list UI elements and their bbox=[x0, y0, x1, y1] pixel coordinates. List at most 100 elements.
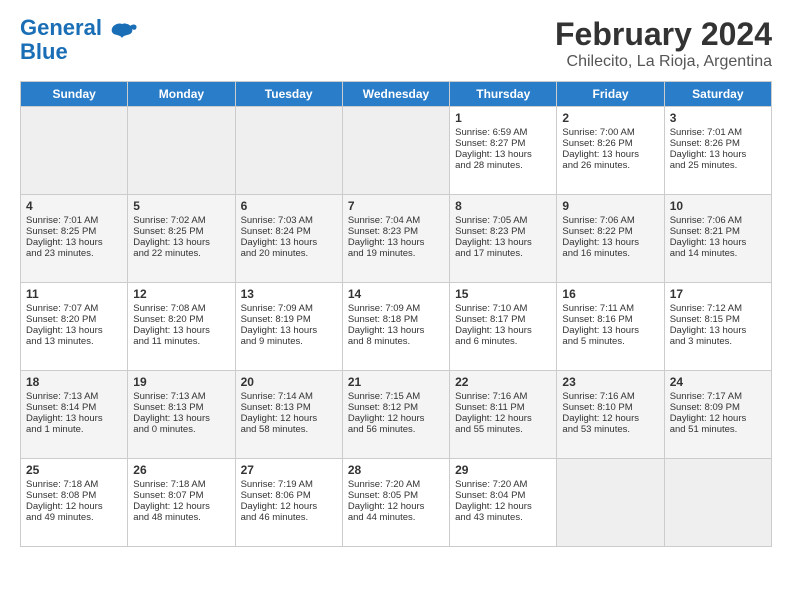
page: General Blue February 2024 Chilecito, La… bbox=[0, 0, 792, 557]
daylight-line2: and 9 minutes. bbox=[241, 336, 303, 347]
daylight-line1: Daylight: 13 hours bbox=[348, 325, 425, 336]
daylight-line2: and 56 minutes. bbox=[348, 424, 416, 435]
sunrise-line: Sunrise: 7:09 AM bbox=[348, 303, 420, 314]
sunrise-line: Sunrise: 7:05 AM bbox=[455, 215, 527, 226]
calendar-cell bbox=[128, 107, 235, 195]
day-number: 23 bbox=[562, 375, 658, 389]
sunrise-line: Sunrise: 7:03 AM bbox=[241, 215, 313, 226]
sunset-line: Sunset: 8:27 PM bbox=[455, 138, 525, 149]
daylight-line2: and 43 minutes. bbox=[455, 512, 523, 523]
calendar-cell: 6 Sunrise: 7:03 AM Sunset: 8:24 PM Dayli… bbox=[235, 195, 342, 283]
day-number: 27 bbox=[241, 463, 337, 477]
daylight-line1: Daylight: 12 hours bbox=[348, 413, 425, 424]
day-header-thursday: Thursday bbox=[450, 82, 557, 107]
daylight-line2: and 8 minutes. bbox=[348, 336, 410, 347]
day-number: 21 bbox=[348, 375, 444, 389]
day-number: 18 bbox=[26, 375, 122, 389]
day-number: 7 bbox=[348, 199, 444, 213]
calendar-cell: 1 Sunrise: 6:59 AM Sunset: 8:27 PM Dayli… bbox=[450, 107, 557, 195]
daylight-line1: Daylight: 13 hours bbox=[670, 237, 747, 248]
calendar-cell: 18 Sunrise: 7:13 AM Sunset: 8:14 PM Dayl… bbox=[21, 371, 128, 459]
logo-bird-icon bbox=[106, 20, 138, 52]
sunrise-line: Sunrise: 7:04 AM bbox=[348, 215, 420, 226]
sunset-line: Sunset: 8:04 PM bbox=[455, 490, 525, 501]
sunrise-line: Sunrise: 7:15 AM bbox=[348, 391, 420, 402]
day-header-tuesday: Tuesday bbox=[235, 82, 342, 107]
daylight-line1: Daylight: 13 hours bbox=[133, 325, 210, 336]
daylight-line1: Daylight: 13 hours bbox=[562, 237, 639, 248]
daylight-line2: and 3 minutes. bbox=[670, 336, 732, 347]
sunset-line: Sunset: 8:26 PM bbox=[670, 138, 740, 149]
daylight-line2: and 28 minutes. bbox=[455, 160, 523, 171]
daylight-line1: Daylight: 13 hours bbox=[241, 237, 318, 248]
week-row-1: 1 Sunrise: 6:59 AM Sunset: 8:27 PM Dayli… bbox=[21, 107, 772, 195]
calendar-cell: 2 Sunrise: 7:00 AM Sunset: 8:26 PM Dayli… bbox=[557, 107, 664, 195]
calendar-cell: 26 Sunrise: 7:18 AM Sunset: 8:07 PM Dayl… bbox=[128, 459, 235, 547]
calendar-cell bbox=[664, 459, 771, 547]
calendar-cell: 27 Sunrise: 7:19 AM Sunset: 8:06 PM Dayl… bbox=[235, 459, 342, 547]
day-number: 6 bbox=[241, 199, 337, 213]
main-title: February 2024 bbox=[555, 16, 772, 53]
day-number: 16 bbox=[562, 287, 658, 301]
sunset-line: Sunset: 8:13 PM bbox=[133, 402, 203, 413]
day-number: 25 bbox=[26, 463, 122, 477]
sunset-line: Sunset: 8:10 PM bbox=[562, 402, 632, 413]
sunset-line: Sunset: 8:06 PM bbox=[241, 490, 311, 501]
daylight-line1: Daylight: 12 hours bbox=[133, 501, 210, 512]
daylight-line2: and 16 minutes. bbox=[562, 248, 630, 259]
daylight-line2: and 44 minutes. bbox=[348, 512, 416, 523]
sunset-line: Sunset: 8:21 PM bbox=[670, 226, 740, 237]
daylight-line2: and 17 minutes. bbox=[455, 248, 523, 259]
sunrise-line: Sunrise: 7:13 AM bbox=[26, 391, 98, 402]
sunset-line: Sunset: 8:26 PM bbox=[562, 138, 632, 149]
day-number: 11 bbox=[26, 287, 122, 301]
sunset-line: Sunset: 8:23 PM bbox=[348, 226, 418, 237]
day-number: 13 bbox=[241, 287, 337, 301]
calendar-cell: 9 Sunrise: 7:06 AM Sunset: 8:22 PM Dayli… bbox=[557, 195, 664, 283]
sunrise-line: Sunrise: 7:18 AM bbox=[133, 479, 205, 490]
daylight-line2: and 55 minutes. bbox=[455, 424, 523, 435]
sunrise-line: Sunrise: 6:59 AM bbox=[455, 127, 527, 138]
day-number: 22 bbox=[455, 375, 551, 389]
logo: General Blue bbox=[20, 16, 138, 64]
daylight-line1: Daylight: 12 hours bbox=[562, 413, 639, 424]
sunset-line: Sunset: 8:19 PM bbox=[241, 314, 311, 325]
daylight-line1: Daylight: 13 hours bbox=[455, 325, 532, 336]
day-number: 5 bbox=[133, 199, 229, 213]
calendar-cell: 7 Sunrise: 7:04 AM Sunset: 8:23 PM Dayli… bbox=[342, 195, 449, 283]
sunset-line: Sunset: 8:15 PM bbox=[670, 314, 740, 325]
daylight-line1: Daylight: 13 hours bbox=[26, 413, 103, 424]
daylight-line2: and 23 minutes. bbox=[26, 248, 94, 259]
sunset-line: Sunset: 8:16 PM bbox=[562, 314, 632, 325]
sunrise-line: Sunrise: 7:20 AM bbox=[455, 479, 527, 490]
day-number: 1 bbox=[455, 111, 551, 125]
sunset-line: Sunset: 8:25 PM bbox=[26, 226, 96, 237]
daylight-line2: and 13 minutes. bbox=[26, 336, 94, 347]
sunset-line: Sunset: 8:09 PM bbox=[670, 402, 740, 413]
daylight-line2: and 19 minutes. bbox=[348, 248, 416, 259]
daylight-line2: and 25 minutes. bbox=[670, 160, 738, 171]
sunset-line: Sunset: 8:20 PM bbox=[133, 314, 203, 325]
calendar-cell: 4 Sunrise: 7:01 AM Sunset: 8:25 PM Dayli… bbox=[21, 195, 128, 283]
daylight-line1: Daylight: 13 hours bbox=[455, 237, 532, 248]
sunset-line: Sunset: 8:12 PM bbox=[348, 402, 418, 413]
calendar-cell: 25 Sunrise: 7:18 AM Sunset: 8:08 PM Dayl… bbox=[21, 459, 128, 547]
sunrise-line: Sunrise: 7:12 AM bbox=[670, 303, 742, 314]
daylight-line2: and 58 minutes. bbox=[241, 424, 309, 435]
day-number: 17 bbox=[670, 287, 766, 301]
title-block: February 2024 Chilecito, La Rioja, Argen… bbox=[555, 16, 772, 71]
calendar-cell: 23 Sunrise: 7:16 AM Sunset: 8:10 PM Dayl… bbox=[557, 371, 664, 459]
sunrise-line: Sunrise: 7:02 AM bbox=[133, 215, 205, 226]
calendar-cell: 13 Sunrise: 7:09 AM Sunset: 8:19 PM Dayl… bbox=[235, 283, 342, 371]
daylight-line2: and 51 minutes. bbox=[670, 424, 738, 435]
daylight-line2: and 1 minute. bbox=[26, 424, 84, 435]
sunrise-line: Sunrise: 7:10 AM bbox=[455, 303, 527, 314]
sunset-line: Sunset: 8:23 PM bbox=[455, 226, 525, 237]
calendar-cell: 24 Sunrise: 7:17 AM Sunset: 8:09 PM Dayl… bbox=[664, 371, 771, 459]
sunset-line: Sunset: 8:05 PM bbox=[348, 490, 418, 501]
sunset-line: Sunset: 8:13 PM bbox=[241, 402, 311, 413]
daylight-line1: Daylight: 13 hours bbox=[133, 413, 210, 424]
day-number: 29 bbox=[455, 463, 551, 477]
calendar-cell: 10 Sunrise: 7:06 AM Sunset: 8:21 PM Dayl… bbox=[664, 195, 771, 283]
daylight-line2: and 6 minutes. bbox=[455, 336, 517, 347]
